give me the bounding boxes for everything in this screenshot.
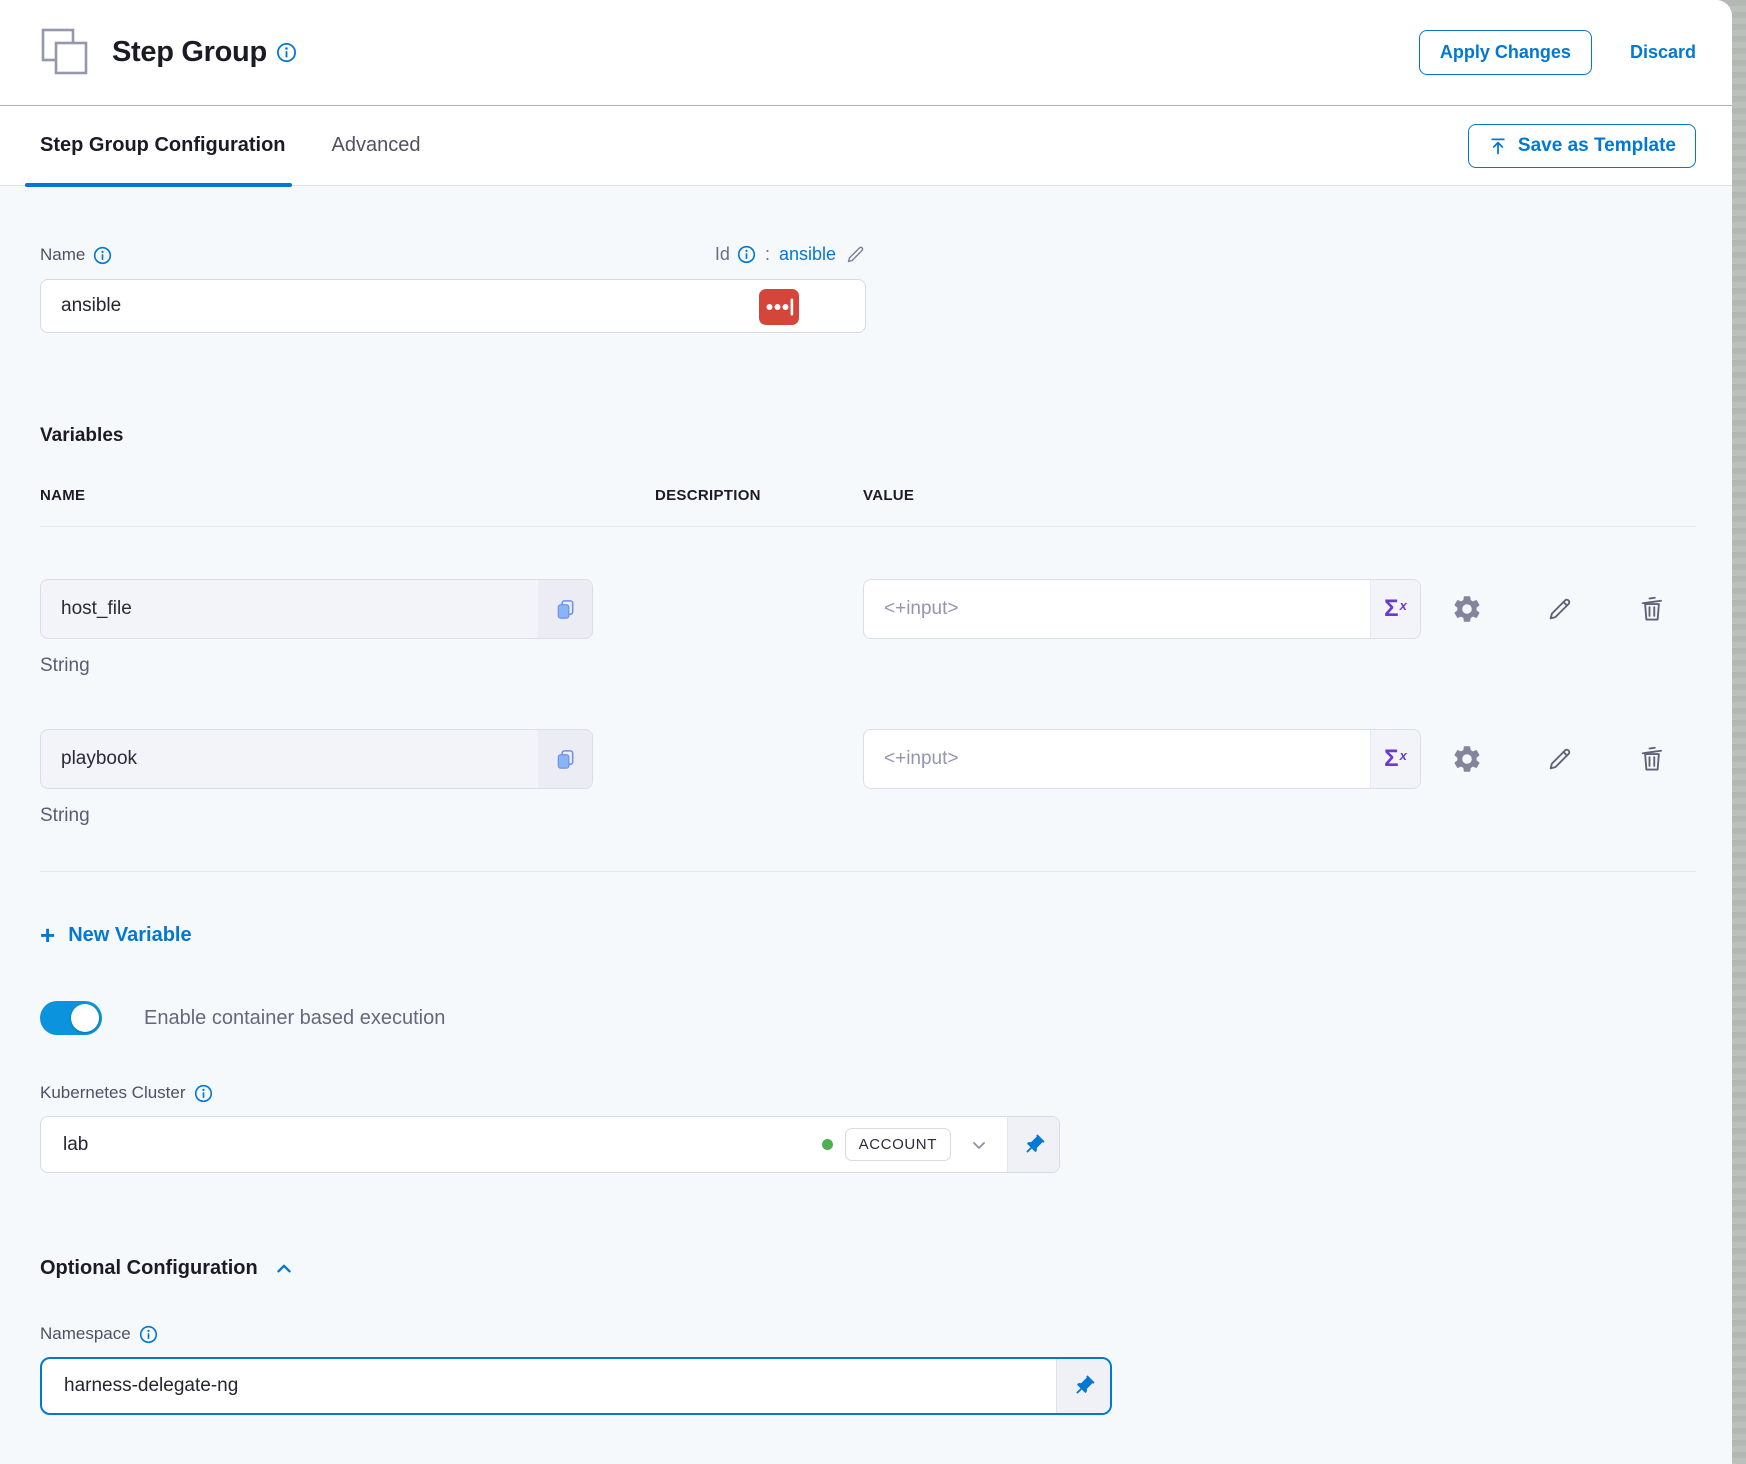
- kubernetes-cluster-label-group: Kubernetes Cluster: [40, 1083, 1696, 1103]
- gear-icon: [1451, 743, 1483, 775]
- pin-icon: [1022, 1133, 1046, 1157]
- panel-header: Step Group Apply Changes Discard: [0, 0, 1732, 106]
- name-info-icon[interactable]: [93, 246, 112, 265]
- namespace-label: Namespace: [40, 1324, 131, 1344]
- kubernetes-cluster-info-icon[interactable]: [194, 1084, 213, 1103]
- toggle-knob: [71, 1004, 99, 1032]
- column-value: VALUE: [863, 487, 914, 504]
- pencil-icon: [845, 244, 866, 265]
- new-variable-button[interactable]: + New Variable: [40, 924, 192, 947]
- namespace-field: [40, 1357, 1112, 1415]
- pencil-icon: [1545, 744, 1575, 774]
- copy-icon: [554, 748, 577, 771]
- variable-value-input[interactable]: [864, 580, 1370, 638]
- variable-name-field: [40, 579, 593, 639]
- pin-icon: [1072, 1374, 1096, 1398]
- variable-value-input[interactable]: [864, 730, 1370, 788]
- variable-name-input[interactable]: [41, 730, 538, 788]
- variable-edit-button[interactable]: [1545, 744, 1575, 774]
- variable-value-field: Σx: [863, 579, 1421, 639]
- step-group-info-icon[interactable]: [276, 42, 297, 63]
- gear-icon: [1451, 593, 1483, 625]
- variables-title: Variables: [40, 425, 1696, 447]
- tab-advanced[interactable]: Advanced: [332, 106, 421, 185]
- tab-bar: Step Group Configuration Advanced Save a…: [0, 106, 1732, 186]
- variable-name-field: [40, 729, 593, 789]
- variables-header-row: NAME DESCRIPTION VALUE: [40, 487, 1696, 504]
- chevron-up-icon: [273, 1258, 295, 1280]
- variable-settings-button[interactable]: [1451, 593, 1483, 625]
- lastpass-icon[interactable]: [759, 289, 799, 325]
- step-group-icon: [40, 27, 92, 79]
- scope-indicator-dot: [822, 1139, 833, 1150]
- container-execution-toggle[interactable]: [40, 1001, 102, 1035]
- variable-delete-button[interactable]: [1637, 744, 1667, 774]
- optional-configuration-header[interactable]: Optional Configuration: [40, 1257, 295, 1280]
- screen: Step Group Apply Changes Discard Step Gr…: [0, 0, 1746, 1464]
- namespace-label-group: Namespace: [40, 1324, 1696, 1344]
- id-label: Id: [715, 244, 730, 265]
- variable-value-field: Σx: [863, 729, 1421, 789]
- variable-edit-button[interactable]: [1545, 594, 1575, 624]
- id-separator: :: [765, 244, 770, 265]
- name-input[interactable]: [41, 280, 865, 332]
- id-label-group: Id: [715, 244, 756, 265]
- optional-configuration-title: Optional Configuration: [40, 1257, 258, 1280]
- apply-changes-button[interactable]: Apply Changes: [1419, 30, 1592, 75]
- step-group-panel: Step Group Apply Changes Discard Step Gr…: [0, 0, 1732, 1464]
- variable-delete-button[interactable]: [1637, 594, 1667, 624]
- name-field: [40, 279, 866, 333]
- copy-icon: [554, 598, 577, 621]
- expression-button[interactable]: Σx: [1370, 580, 1420, 638]
- sigma-icon: Σx: [1384, 597, 1407, 621]
- id-value: ansible: [779, 244, 836, 265]
- cluster-pin-button[interactable]: [1007, 1117, 1059, 1172]
- container-execution-label: Enable container based execution: [144, 1007, 445, 1030]
- expression-button[interactable]: Σx: [1370, 730, 1420, 788]
- copy-button[interactable]: [538, 730, 592, 788]
- copy-button[interactable]: [538, 580, 592, 638]
- table-row: Σx: [40, 579, 1696, 639]
- namespace-pin-button[interactable]: [1056, 1359, 1110, 1413]
- variable-type-label: String: [40, 655, 1696, 677]
- tab-step-group-configuration[interactable]: Step Group Configuration: [40, 106, 286, 185]
- variable-settings-button[interactable]: [1451, 743, 1483, 775]
- kubernetes-cluster-input[interactable]: [41, 1134, 822, 1156]
- upload-icon: [1488, 136, 1508, 156]
- kubernetes-cluster-label: Kubernetes Cluster: [40, 1083, 186, 1103]
- page-title: Step Group: [112, 36, 267, 69]
- plus-icon: +: [40, 925, 55, 946]
- namespace-info-icon[interactable]: [139, 1325, 158, 1344]
- column-name: NAME: [40, 487, 655, 504]
- configuration-form: Name Id : ansible: [0, 186, 1732, 1464]
- id-info-icon[interactable]: [737, 245, 756, 264]
- variable-type-label: String: [40, 805, 1696, 827]
- new-variable-label: New Variable: [68, 924, 191, 947]
- edit-id-button[interactable]: [845, 244, 866, 265]
- discard-button[interactable]: Discard: [1630, 42, 1696, 63]
- sigma-icon: Σx: [1384, 747, 1407, 771]
- namespace-input[interactable]: [42, 1359, 1056, 1413]
- table-divider: [40, 871, 1696, 872]
- table-divider: [40, 526, 1696, 527]
- pencil-icon: [1545, 594, 1575, 624]
- scope-badge: ACCOUNT: [845, 1128, 951, 1161]
- id-group: Id : ansible: [715, 244, 866, 265]
- variable-name-input[interactable]: [41, 580, 538, 638]
- container-execution-row: Enable container based execution: [40, 1001, 1696, 1035]
- kubernetes-cluster-field: ACCOUNT: [40, 1116, 1060, 1173]
- chevron-down-icon: [969, 1135, 989, 1155]
- save-as-template-label: Save as Template: [1518, 135, 1676, 157]
- save-as-template-button[interactable]: Save as Template: [1468, 124, 1696, 168]
- name-label: Name: [40, 245, 85, 265]
- name-label-group: Name: [40, 245, 112, 265]
- cluster-dropdown-button[interactable]: [969, 1135, 989, 1155]
- trash-icon: [1637, 744, 1667, 774]
- trash-icon: [1637, 594, 1667, 624]
- column-description: DESCRIPTION: [655, 487, 863, 504]
- table-row: Σx: [40, 729, 1696, 789]
